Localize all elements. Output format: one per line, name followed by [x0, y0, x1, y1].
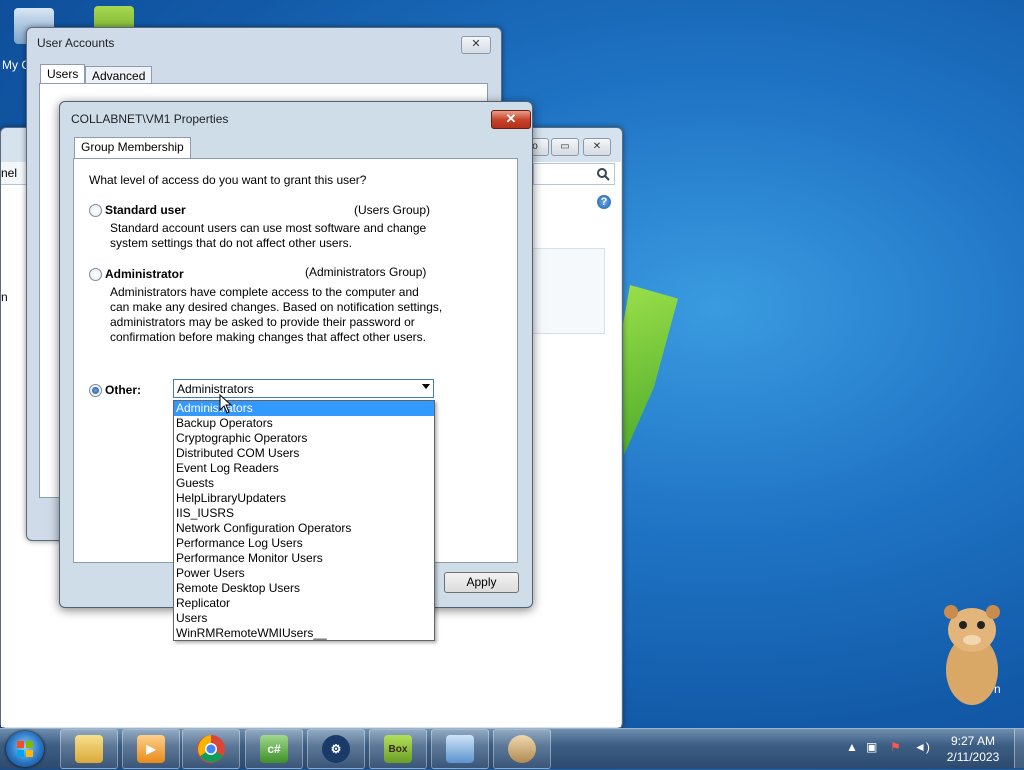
dropdown-option[interactable]: Guests: [174, 476, 434, 491]
administrator-desc-1: Administrators have complete access to t…: [110, 285, 419, 299]
standard-user-desc-2: system settings that do not affect other…: [110, 236, 352, 250]
administrator-label[interactable]: Administrator: [105, 267, 184, 281]
other-label[interactable]: Other:: [105, 383, 141, 397]
dialog-title: COLLABNET\VM1 Properties: [71, 112, 229, 126]
action-center-icon[interactable]: ⚑: [890, 740, 901, 754]
nav-label: nel: [1, 166, 18, 180]
group-dropdown-list: Administrators Backup Operators Cryptogr…: [173, 400, 435, 641]
hamster-label: n: [994, 682, 1001, 696]
mouse-cursor-icon: [219, 394, 233, 414]
dropdown-option[interactable]: Remote Desktop Users: [174, 581, 434, 596]
other-radio[interactable]: [89, 384, 102, 397]
close-button[interactable]: ✕: [583, 138, 611, 156]
clock-time: 9:27 AM: [950, 734, 996, 748]
dropdown-option[interactable]: Network Configuration Operators: [174, 521, 434, 536]
help-icon[interactable]: ?: [597, 195, 611, 209]
dropdown-option[interactable]: Replicator: [174, 596, 434, 611]
close-button[interactable]: ✕: [491, 110, 531, 129]
dropdown-option[interactable]: Cryptographic Operators: [174, 431, 434, 446]
csharp-icon: c#: [260, 735, 288, 763]
control-panel-icon: [446, 735, 474, 763]
tab-group-membership[interactable]: Group Membership: [74, 137, 191, 160]
box-icon: Box: [384, 735, 412, 763]
standard-user-desc-1: Standard account users can use most soft…: [110, 221, 427, 235]
search-icon: [597, 168, 610, 181]
windows-logo-icon: [17, 741, 33, 757]
standard-user-group: (Users Group): [354, 203, 431, 217]
gear-icon: ⚙: [322, 735, 350, 763]
apply-button[interactable]: Apply: [444, 572, 519, 593]
maximize-button[interactable]: ▭: [551, 138, 579, 156]
wallpaper-leaf: [618, 285, 678, 455]
taskbar-chrome[interactable]: [182, 729, 240, 769]
administrator-radio[interactable]: [89, 268, 102, 281]
group-select[interactable]: Administrators: [173, 379, 434, 398]
dropdown-option[interactable]: Users: [174, 611, 434, 626]
taskbar-csharp[interactable]: c#: [245, 729, 303, 769]
network-icon[interactable]: ▣: [866, 740, 877, 754]
chevron-down-icon[interactable]: [422, 384, 430, 389]
system-clock[interactable]: 9:27 AM 2/11/2023: [938, 733, 1008, 765]
dropdown-option[interactable]: Backup Operators: [174, 416, 434, 431]
group-select-value: Administrators: [177, 382, 254, 396]
taskbar-user-accounts[interactable]: [493, 729, 551, 769]
folder-icon: [75, 735, 103, 763]
media-player-icon: ▶: [137, 735, 165, 763]
taskbar-cheat-engine[interactable]: ⚙: [307, 729, 365, 769]
dropdown-option[interactable]: Power Users: [174, 566, 434, 581]
standard-user-radio[interactable]: [89, 204, 102, 217]
dropdown-option[interactable]: Performance Monitor Users: [174, 551, 434, 566]
dropdown-option[interactable]: IIS_IUSRS: [174, 506, 434, 521]
dropdown-option[interactable]: HelpLibraryUpdaters: [174, 491, 434, 506]
administrator-desc-2: can make any desired changes. Based on n…: [110, 300, 443, 314]
administrator-desc-3: administrators may be asked to provide t…: [110, 315, 415, 329]
clock-date: 2/11/2023: [946, 750, 1000, 764]
dropdown-option[interactable]: Distributed COM Users: [174, 446, 434, 461]
window-title: User Accounts: [37, 36, 115, 50]
close-button[interactable]: ✕: [461, 36, 491, 54]
dropdown-option[interactable]: Event Log Readers: [174, 461, 434, 476]
show-desktop-button[interactable]: [1014, 729, 1024, 768]
taskbar-explorer[interactable]: [60, 729, 118, 769]
show-hidden-icons-icon[interactable]: ▲: [846, 740, 858, 754]
administrator-group: (Administrators Group): [305, 265, 427, 279]
taskbar-control-panel[interactable]: [431, 729, 489, 769]
start-button[interactable]: [6, 731, 44, 767]
users-icon: [508, 735, 536, 763]
access-question: What level of access do you want to gran…: [89, 173, 367, 187]
dropdown-option[interactable]: Administrators: [174, 401, 434, 416]
search-input[interactable]: [533, 163, 615, 185]
taskbar-box[interactable]: Box: [369, 729, 427, 769]
dropdown-option[interactable]: Performance Log Users: [174, 536, 434, 551]
administrator-desc-4: confirmation before making changes that …: [110, 330, 426, 344]
dropdown-option[interactable]: WinRMRemoteWMIUsers__: [174, 626, 434, 641]
side-label: n: [1, 290, 8, 304]
standard-user-label[interactable]: Standard user: [105, 203, 186, 217]
info-panel: [531, 248, 605, 334]
volume-icon[interactable]: ◄): [914, 740, 930, 754]
chrome-icon: [197, 735, 225, 763]
taskbar-media-player[interactable]: ▶: [122, 729, 180, 769]
